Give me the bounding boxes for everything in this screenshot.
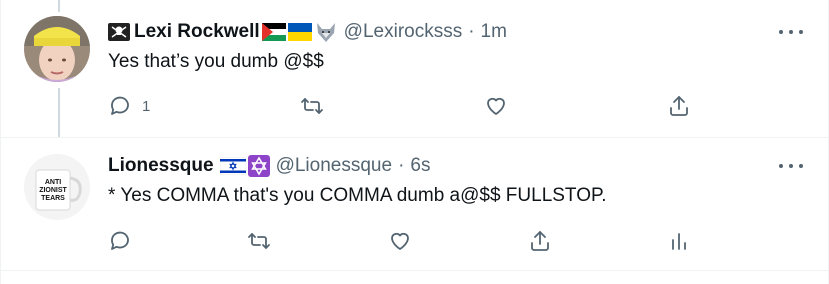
display-name-wrap[interactable]: Lexi Rockwell bbox=[108, 21, 338, 43]
mug-text-line-1: ANTI bbox=[45, 179, 61, 186]
display-name-wrap[interactable]: Lionessque bbox=[108, 155, 270, 177]
handle[interactable]: @Lionessque bbox=[276, 155, 392, 177]
retweet-button[interactable] bbox=[247, 226, 271, 256]
like-button[interactable] bbox=[484, 91, 508, 121]
reply-icon bbox=[111, 231, 129, 250]
thread-line-top bbox=[58, 0, 60, 12]
heart-icon bbox=[487, 97, 505, 115]
tweet-header: Lionessque @Lionessque · 6s bbox=[108, 154, 430, 178]
mug-text-line-2: ZIONIST bbox=[39, 187, 67, 194]
timestamp[interactable]: 1m bbox=[481, 21, 507, 43]
tweet-actions: 1 bbox=[104, 91, 714, 121]
tweet-header: Lexi Rockwell @Lexirocksss · 1m bbox=[108, 20, 507, 44]
share-button[interactable] bbox=[667, 91, 691, 121]
more-icon[interactable] bbox=[779, 156, 803, 176]
analytics-icon bbox=[672, 233, 686, 250]
ukraine-flag-icon bbox=[287, 23, 312, 41]
avatar[interactable]: ANTI ZIONIST TEARS bbox=[24, 154, 90, 220]
israel-flag-icon bbox=[219, 157, 246, 175]
star-of-david-icon bbox=[247, 155, 270, 177]
retweet-icon bbox=[301, 98, 323, 114]
anti-zionist-tears-mug-avatar-image: ANTI ZIONIST TEARS bbox=[24, 154, 90, 220]
wolf-icon bbox=[316, 23, 335, 42]
tweet-text: Yes that’s you dumb @$$ bbox=[108, 51, 324, 72]
timeline-bottom-border bbox=[0, 270, 829, 271]
tweet-divider bbox=[0, 137, 829, 138]
handle[interactable]: @Lexirocksss bbox=[344, 21, 463, 43]
tweet-text: * Yes COMMA that's you COMMA dumb a@$$ F… bbox=[108, 185, 607, 206]
heart-icon bbox=[391, 232, 409, 250]
thread-line-connector bbox=[58, 88, 60, 138]
reply-button[interactable]: 1 bbox=[108, 91, 150, 121]
analytics-button[interactable] bbox=[667, 226, 691, 256]
palestine-flag-icon bbox=[261, 23, 286, 41]
display-name[interactable]: Lexi Rockwell bbox=[134, 21, 260, 43]
retweet-button[interactable] bbox=[300, 91, 324, 121]
share-icon bbox=[670, 96, 688, 116]
separator-dot: · bbox=[398, 155, 405, 176]
reply-icon bbox=[111, 96, 129, 115]
display-name[interactable]: Lionessque bbox=[108, 155, 214, 177]
reply-count: 1 bbox=[142, 97, 151, 115]
separator-dot: · bbox=[468, 21, 475, 42]
tweet-actions bbox=[104, 226, 714, 256]
mug-text-line-3: TEARS bbox=[41, 195, 65, 202]
retweet-icon bbox=[248, 233, 270, 249]
like-button[interactable] bbox=[388, 226, 412, 256]
tweet-lexi-rockwell[interactable]: Lexi Rockwell @Lexirocksss · 1m Yes that… bbox=[0, 0, 829, 138]
avatar[interactable] bbox=[24, 16, 90, 82]
share-button[interactable] bbox=[528, 226, 552, 256]
woman-yellow-hat-avatar-image bbox=[24, 16, 90, 82]
share-icon bbox=[531, 231, 549, 251]
tweet-lionessque[interactable]: ANTI ZIONIST TEARS Lionessque @Lionessqu… bbox=[0, 138, 829, 270]
more-icon[interactable] bbox=[779, 22, 803, 42]
timestamp[interactable]: 6s bbox=[410, 155, 430, 177]
skull-crossbones-flag-icon bbox=[108, 23, 130, 41]
reply-button[interactable] bbox=[108, 226, 132, 256]
